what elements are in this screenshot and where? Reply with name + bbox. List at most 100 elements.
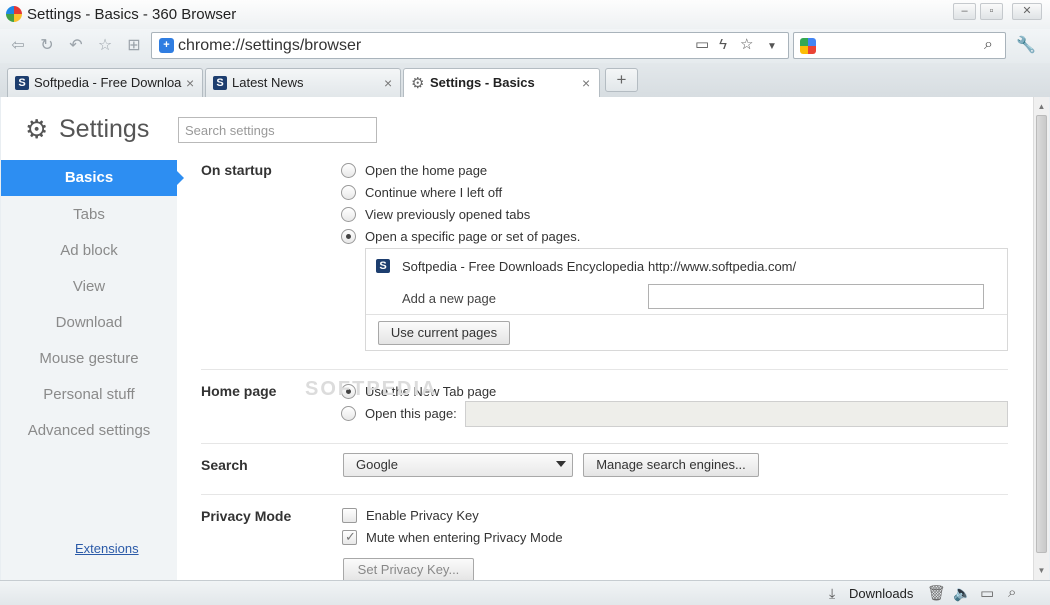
- add-page-label: Add a new page: [402, 291, 496, 306]
- title-bar: Settings - Basics - 360 Browser – ▫ ✕: [0, 0, 1050, 29]
- softpedia-watermark: SOFTPEDIA: [305, 378, 438, 400]
- add-page-input[interactable]: [648, 284, 984, 309]
- search-box[interactable]: ⌕: [793, 32, 1006, 59]
- option-label: Mute when entering Privacy Mode: [366, 530, 563, 545]
- set-privacy-key-button[interactable]: Set Privacy Key...: [343, 558, 474, 580]
- search-magnifier-icon[interactable]: ⌕: [984, 36, 993, 54]
- softpedia-favicon-icon: S: [376, 259, 390, 273]
- gear-icon: ⚙: [411, 75, 425, 92]
- option-label: View previously opened tabs: [365, 207, 531, 222]
- sidebar-item-view[interactable]: View: [1, 269, 177, 305]
- back-arrow-icon[interactable]: ⇦: [8, 36, 28, 56]
- vertical-scrollbar[interactable]: ▲ ▼: [1033, 97, 1049, 580]
- option-label: Open the home page: [365, 163, 488, 178]
- softpedia-favicon-icon: S: [15, 76, 29, 90]
- download-icon[interactable]: ⤓: [829, 585, 835, 602]
- scroll-up-arrow-icon[interactable]: ▲: [1034, 99, 1049, 114]
- homepage-url-input[interactable]: [465, 401, 1008, 427]
- radio-button-selected[interactable]: [341, 229, 356, 244]
- wrench-menu-icon[interactable]: 🔧: [1016, 36, 1036, 56]
- startup-page-title[interactable]: Softpedia - Free Downloads Encyclopedia: [402, 259, 644, 274]
- section-title-startup: On startup: [201, 162, 272, 178]
- speed-mode-icon[interactable]: ϟ: [719, 36, 727, 54]
- checkbox-checked[interactable]: [342, 529, 357, 545]
- screen-icon[interactable]: ▭: [980, 584, 994, 602]
- settings-main-panel: On startup Open the home page Continue w…: [177, 160, 1033, 580]
- option-label: Enable Privacy Key: [366, 508, 479, 523]
- navigation-toolbar: ⇦ ↻ ↶ ☆ ⊞ + chrome://settings/browser ▭ …: [0, 29, 1050, 63]
- bookmark-star-icon[interactable]: ☆: [740, 36, 753, 54]
- tab-close-icon[interactable]: ×: [384, 75, 392, 91]
- sidebar-item-mouse-gesture[interactable]: Mouse gesture: [1, 341, 177, 377]
- tab-label: Latest News: [232, 75, 304, 90]
- security-shield-icon: +: [159, 38, 174, 53]
- chevron-down-icon: [556, 461, 566, 467]
- section-title-home-page: Home page: [201, 383, 277, 399]
- radio-button[interactable]: [341, 185, 356, 200]
- tab-softpedia[interactable]: S Softpedia - Free Downloa ×: [7, 68, 203, 97]
- tab-close-icon[interactable]: ×: [186, 75, 194, 91]
- sidebar-item-tabs[interactable]: Tabs: [1, 197, 177, 233]
- apps-grid-icon[interactable]: ⊞: [124, 36, 144, 56]
- manage-search-engines-button[interactable]: Manage search engines...: [583, 453, 759, 477]
- settings-gear-icon: ⚙: [25, 114, 49, 144]
- softpedia-favicon-icon: S: [213, 76, 227, 90]
- 360-browser-logo-icon: [6, 6, 22, 22]
- extensions-link[interactable]: Extensions: [75, 541, 139, 556]
- search-engine-selected: Google: [356, 457, 398, 472]
- scroll-down-arrow-icon[interactable]: ▼: [1034, 563, 1049, 578]
- divider: [201, 494, 1008, 495]
- option-label: Open a specific page or set of pages.: [365, 229, 581, 244]
- tab-close-icon[interactable]: ×: [582, 75, 590, 91]
- tab-label: Settings - Basics: [430, 75, 535, 90]
- google-engine-icon[interactable]: [800, 38, 816, 54]
- checkbox[interactable]: [342, 508, 357, 523]
- block-popup-icon[interactable]: ▭: [695, 36, 709, 54]
- speaker-icon[interactable]: 🔈: [953, 584, 972, 602]
- tab-label: Softpedia - Free Downloa: [34, 75, 182, 90]
- section-title-search: Search: [201, 457, 248, 473]
- divider: [201, 369, 1008, 370]
- downloads-button[interactable]: Downloads: [849, 586, 913, 601]
- refresh-icon[interactable]: ↻: [37, 36, 57, 56]
- tab-latest-news[interactable]: S Latest News ×: [205, 68, 401, 97]
- sidebar-item-personal-stuff[interactable]: Personal stuff: [1, 377, 177, 413]
- favorites-star-icon[interactable]: ☆: [95, 36, 115, 56]
- divider: [366, 314, 1007, 315]
- settings-header: ⚙ Settings: [1, 97, 1033, 160]
- startup-pages-list: S Softpedia - Free Downloads Encyclopedi…: [365, 248, 1008, 351]
- page-title: Settings: [59, 115, 150, 143]
- trash-icon[interactable]: 🗑: [927, 584, 946, 602]
- radio-button[interactable]: [341, 406, 356, 421]
- tab-bar: S Softpedia - Free Downloa × S Latest Ne…: [0, 63, 1050, 98]
- sidebar-item-advanced-settings[interactable]: Advanced settings: [1, 413, 177, 449]
- url-text: chrome://settings/browser: [178, 37, 362, 54]
- search-engine-select[interactable]: Google: [343, 453, 573, 477]
- option-label: Continue where I left off: [365, 185, 503, 200]
- startup-page-url[interactable]: http://www.softpedia.com/: [648, 259, 796, 274]
- new-tab-button[interactable]: +: [605, 68, 638, 92]
- scrollbar-thumb[interactable]: [1036, 115, 1047, 553]
- section-title-privacy-mode: Privacy Mode: [201, 508, 292, 524]
- window-title: Settings - Basics - 360 Browser: [27, 6, 237, 23]
- search-settings-input[interactable]: [178, 117, 377, 143]
- sidebar-item-basics[interactable]: Basics: [1, 160, 184, 196]
- use-current-pages-button[interactable]: Use current pages: [378, 321, 510, 345]
- status-bar: ⤓ Downloads 🗑 🔈 ▭ ⌕: [0, 580, 1050, 605]
- sidebar-item-ad-block[interactable]: Ad block: [1, 233, 177, 269]
- undo-close-icon[interactable]: ↶: [66, 36, 86, 56]
- sidebar-item-download[interactable]: Download: [1, 305, 177, 341]
- divider: [201, 443, 1008, 444]
- radio-button[interactable]: [341, 163, 356, 178]
- minimize-button[interactable]: –: [953, 3, 976, 20]
- address-bar[interactable]: + chrome://settings/browser ▭ ϟ ☆ ▼: [151, 32, 789, 59]
- settings-page: ⚙ Settings Basics Tabs Ad block View Dow…: [1, 97, 1033, 580]
- option-label: Open this page:: [365, 406, 457, 421]
- zoom-icon[interactable]: ⌕: [1008, 584, 1016, 601]
- settings-sidebar: Basics Tabs Ad block View Download Mouse…: [1, 160, 184, 580]
- url-dropdown-icon[interactable]: ▼: [767, 38, 777, 56]
- maximize-button[interactable]: ▫: [980, 3, 1003, 20]
- radio-button[interactable]: [341, 207, 356, 222]
- close-window-button[interactable]: ✕: [1012, 3, 1042, 20]
- tab-settings-basics[interactable]: ⚙ Settings - Basics ×: [403, 68, 600, 98]
